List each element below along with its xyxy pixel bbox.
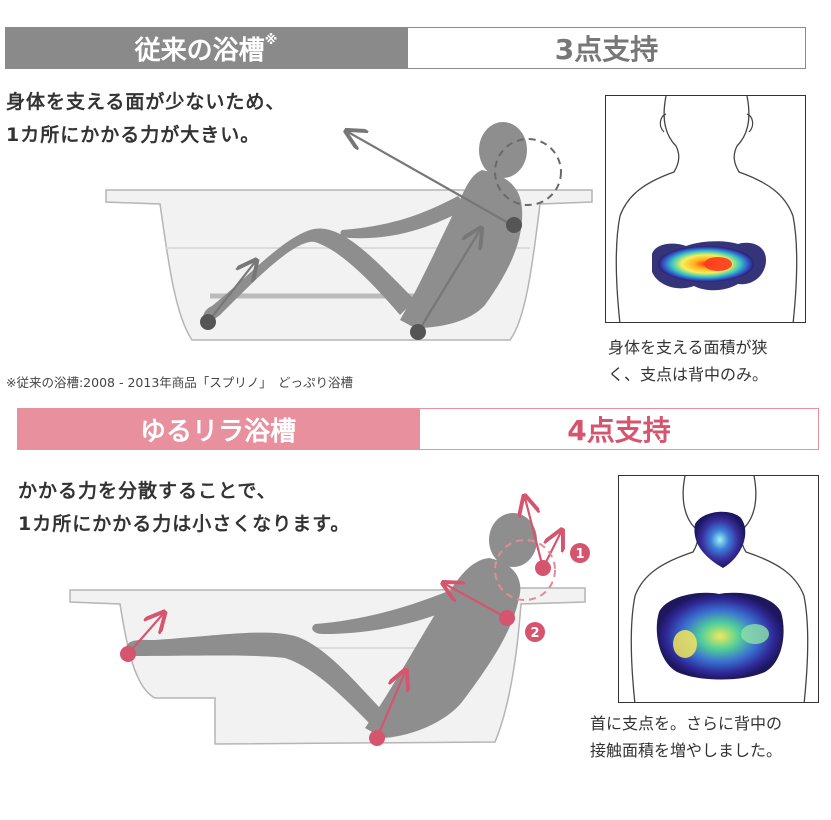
conventional-header-label: 従来の浴槽 ※	[5, 27, 407, 69]
conventional-caption-line-2: く、支点は背中のみ。	[608, 365, 769, 384]
conventional-label-text: 従来の浴槽	[134, 35, 265, 66]
conventional-support-point-hip	[410, 324, 426, 340]
yururira-caption: 首に支点を。さらに背中の 接触面積を増やしました。	[590, 710, 782, 764]
yururira-marker-1: 1	[570, 543, 590, 563]
conventional-caption-line-1: 身体を支える面積が狭	[608, 338, 768, 357]
yururira-caption-line-2: 接触面積を増やしました。	[590, 741, 783, 760]
yururira-header-label: ゆるリラ浴槽	[17, 408, 419, 450]
yururira-caption-line-1: 首に支点を。さらに背中の	[590, 714, 783, 733]
conventional-support-point-back	[506, 217, 522, 233]
conventional-footnote: ※従来の浴槽:2008 - 2013年商品「スプリノ」 どっぷり浴槽	[6, 375, 354, 390]
conventional-caption: 身体を支える面積が狭 く、支点は背中のみ。	[608, 334, 768, 388]
conventional-bathtub-illustration	[105, 122, 593, 341]
conventional-label-mark: ※	[264, 33, 278, 48]
yururira-marker-1-text: 1	[575, 547, 584, 562]
conventional-body-outline	[615, 96, 798, 322]
yururira-heat-zone-neck	[694, 511, 746, 568]
conventional-support-text: 3点支持	[554, 33, 659, 66]
yururira-bathtub-illustration: 1 2	[69, 488, 590, 746]
conventional-support-point-foot	[200, 314, 216, 330]
yururira-support-point-neck	[535, 560, 551, 576]
yururira-support-point-back	[499, 610, 515, 626]
yururira-pressure-map-panel	[618, 475, 819, 703]
yururira-support-text: 4点支持	[567, 414, 671, 447]
yururira-support-box: 4点支持	[419, 408, 819, 450]
yururira-marker-2: 2	[525, 622, 545, 642]
yururira-label-text: ゆるリラ浴槽	[139, 416, 296, 447]
yururira-support-point-hip	[369, 730, 385, 746]
yururira-marker-2-text: 2	[530, 626, 539, 641]
yururira-support-point-foot	[120, 646, 136, 662]
conventional-pressure-map-panel	[605, 95, 806, 323]
yururira-body-outline	[630, 476, 809, 702]
conventional-support-box: 3点支持	[407, 27, 806, 69]
